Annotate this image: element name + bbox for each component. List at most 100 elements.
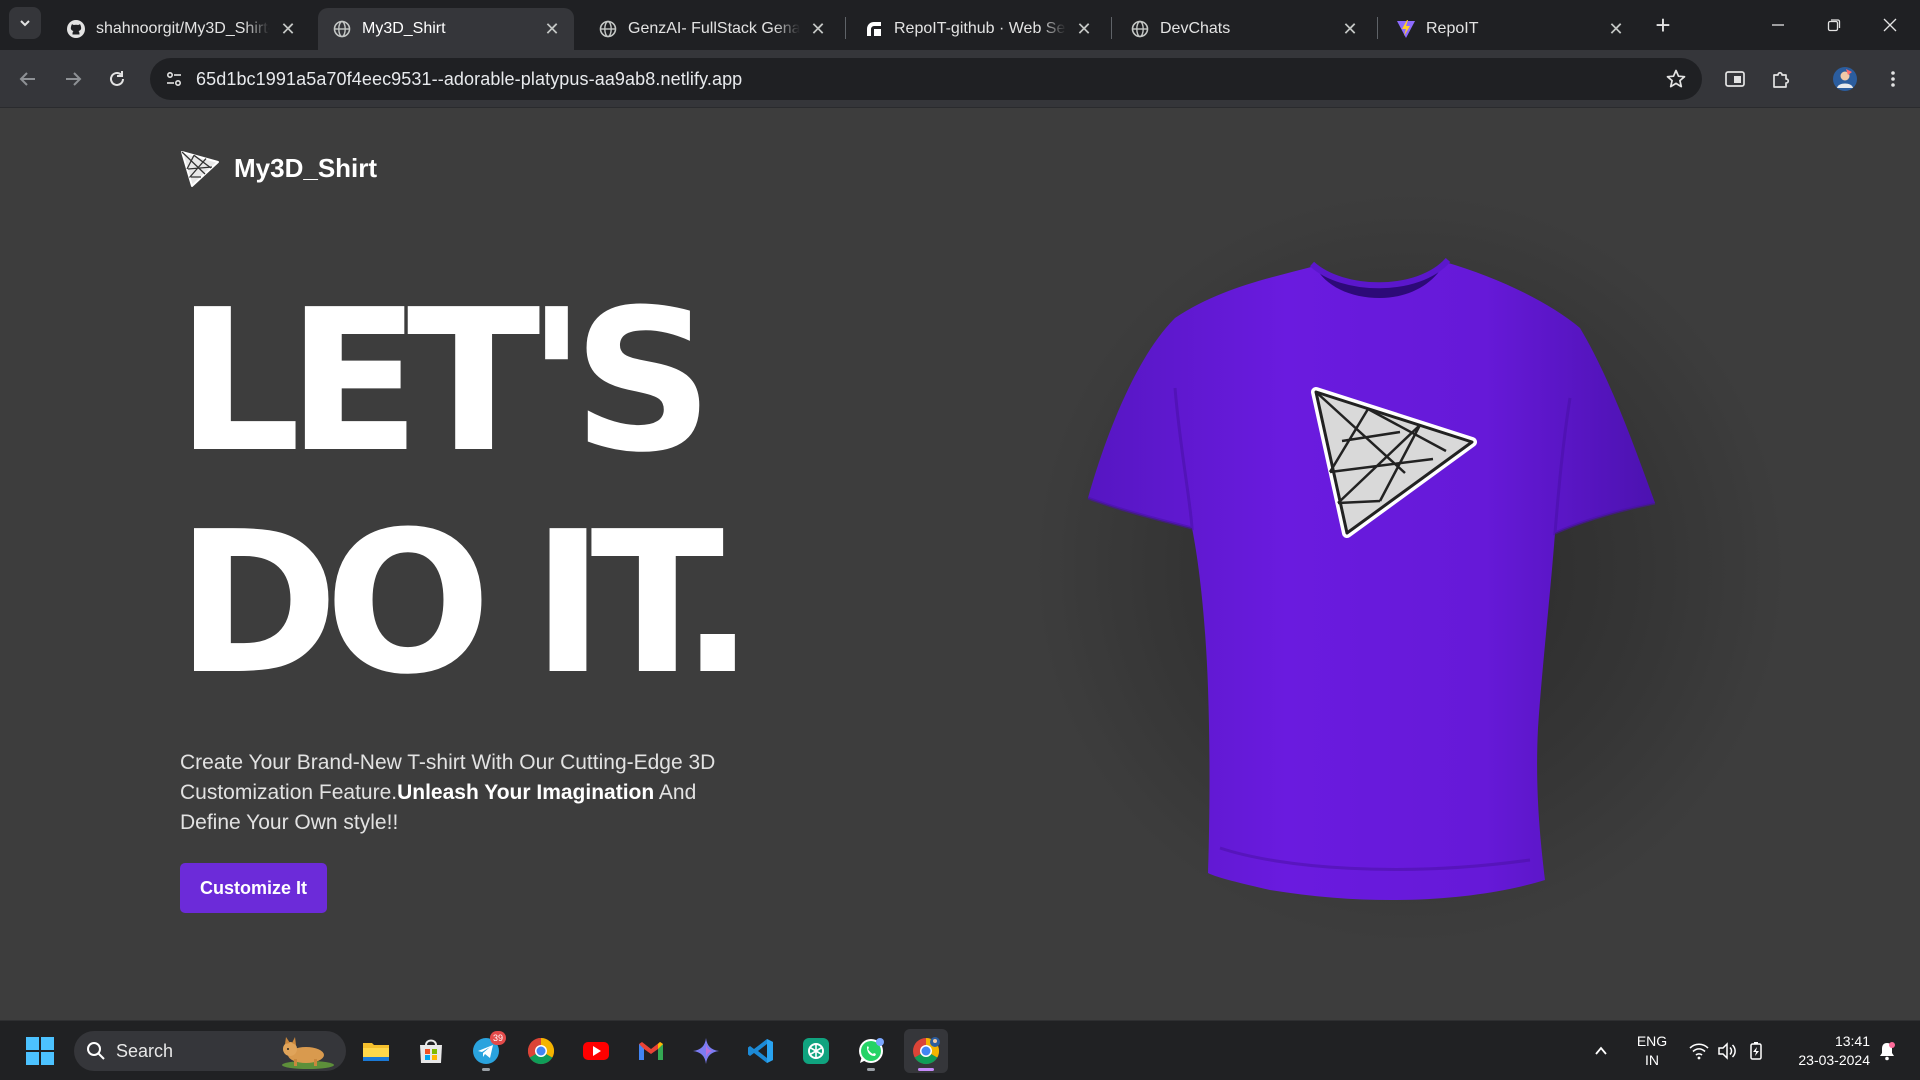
chevron-down-icon bbox=[20, 20, 30, 27]
tab-devchats[interactable]: DevChats ✕ bbox=[1116, 8, 1372, 50]
reading-mode-button[interactable] bbox=[1718, 62, 1752, 96]
bell-icon bbox=[1880, 1042, 1895, 1061]
tab-close-icon[interactable]: ✕ bbox=[542, 19, 562, 39]
show-hidden-icons-button[interactable] bbox=[1586, 1021, 1616, 1080]
extensions-button[interactable] bbox=[1764, 62, 1798, 96]
tab-close-icon[interactable]: ✕ bbox=[1074, 19, 1094, 39]
site-logo[interactable]: My3D_Shirt bbox=[180, 148, 377, 188]
taskbar-chatgpt[interactable] bbox=[794, 1029, 838, 1073]
new-tab-button[interactable]: + bbox=[1648, 10, 1678, 40]
input-language-indicator[interactable]: ENG IN bbox=[1632, 1032, 1672, 1070]
restore-icon bbox=[1827, 19, 1841, 32]
clock-date: 23-03-2024 bbox=[1798, 1052, 1870, 1068]
chatgpt-icon bbox=[803, 1038, 829, 1064]
restore-button[interactable] bbox=[1806, 0, 1862, 50]
taskbar-telegram[interactable]: 39 bbox=[464, 1029, 508, 1073]
tab-my3d-shirt[interactable]: My3D_Shirt ✕ bbox=[318, 8, 574, 50]
headline-line-2: DO IT. bbox=[176, 490, 755, 718]
logo-text: My3D_Shirt bbox=[234, 152, 378, 183]
globe-icon bbox=[332, 19, 352, 39]
windows-logo-icon bbox=[26, 1037, 54, 1065]
triangle-logo-icon bbox=[181, 151, 219, 187]
profile-avatar[interactable] bbox=[1828, 62, 1862, 96]
tab-repoit[interactable]: RepoIT ✕ bbox=[1382, 8, 1638, 50]
telegram-unread-badge: 39 bbox=[489, 1031, 506, 1045]
taskbar-chrome-profile[interactable] bbox=[904, 1029, 948, 1073]
globe-icon bbox=[598, 19, 618, 39]
tab-search-button[interactable] bbox=[9, 7, 41, 39]
tab-title: My3D_Shirt bbox=[362, 20, 446, 37]
taskbar-file-explorer[interactable] bbox=[354, 1029, 398, 1073]
tab-separator bbox=[1377, 17, 1378, 39]
running-indicator bbox=[867, 1068, 875, 1071]
taskbar-youtube[interactable] bbox=[574, 1029, 618, 1073]
tab-close-icon[interactable]: ✕ bbox=[1606, 19, 1626, 39]
tab-repoit-github[interactable]: RepoIT-github · Web Servi ✕ bbox=[850, 8, 1106, 50]
taskbar-gmail[interactable] bbox=[629, 1029, 673, 1073]
close-window-button[interactable] bbox=[1862, 0, 1918, 50]
render-icon bbox=[864, 19, 884, 39]
minimize-button[interactable] bbox=[1750, 0, 1806, 50]
whatsapp-icon bbox=[859, 1038, 884, 1063]
taskbar-chrome[interactable] bbox=[519, 1029, 563, 1073]
chevron-up-icon bbox=[1595, 1046, 1607, 1055]
forward-button[interactable] bbox=[56, 62, 90, 96]
chrome-icon bbox=[527, 1037, 555, 1065]
wifi-icon bbox=[1689, 1043, 1709, 1060]
region-code: IN bbox=[1645, 1052, 1659, 1068]
vite-icon bbox=[1396, 19, 1416, 39]
tab-title: RepoIT-github · Web Servi bbox=[894, 20, 1066, 37]
start-button[interactable] bbox=[18, 1029, 62, 1073]
tab-separator bbox=[1111, 17, 1112, 39]
tab-close-icon[interactable]: ✕ bbox=[1340, 19, 1360, 39]
arrow-right-icon bbox=[66, 72, 82, 86]
vscode-icon bbox=[748, 1039, 773, 1063]
tab-title: DevChats bbox=[1160, 20, 1231, 37]
github-icon bbox=[66, 19, 86, 39]
site-settings-icon[interactable] bbox=[162, 67, 186, 91]
tab-close-icon[interactable]: ✕ bbox=[808, 19, 828, 39]
close-icon bbox=[1883, 18, 1897, 32]
system-clock[interactable]: 13:41 23-03-2024 bbox=[1780, 1032, 1870, 1070]
sidepanel-icon bbox=[1725, 71, 1745, 87]
battery-charging-icon bbox=[1750, 1042, 1762, 1060]
headline-line-1: LET'S bbox=[176, 268, 714, 496]
customize-button[interactable]: Customize It bbox=[180, 863, 327, 913]
reload-button[interactable] bbox=[100, 62, 134, 96]
volume-status[interactable] bbox=[1712, 1021, 1742, 1080]
bookmark-star-icon[interactable] bbox=[1664, 67, 1688, 91]
store-icon bbox=[420, 1039, 442, 1063]
battery-status[interactable] bbox=[1741, 1021, 1771, 1080]
notification-center-button[interactable] bbox=[1872, 1021, 1902, 1080]
tab-close-icon[interactable]: ✕ bbox=[278, 19, 298, 39]
arrow-left-icon bbox=[19, 72, 35, 86]
address-bar[interactable]: 65d1bc1991a5a70f4eec9531--adorable-platy… bbox=[150, 58, 1702, 100]
tab-genzai[interactable]: GenzAI- FullStack Genarativ ✕ bbox=[584, 8, 840, 50]
browser-toolbar: 65d1bc1991a5a70f4eec9531--adorable-platy… bbox=[0, 50, 1920, 108]
tab-github[interactable]: shahnoorgit/My3D_Shirt-- ✕ bbox=[52, 8, 310, 50]
taskbar-search[interactable]: Search bbox=[74, 1031, 346, 1071]
globe-icon bbox=[1130, 19, 1150, 39]
back-button[interactable] bbox=[11, 62, 45, 96]
more-vertical-icon bbox=[1891, 71, 1895, 87]
tab-title: GenzAI- FullStack Genarativ bbox=[628, 20, 800, 37]
taskbar-gemini[interactable] bbox=[684, 1029, 728, 1073]
search-icon bbox=[87, 1042, 105, 1060]
taskbar-microsoft-store[interactable] bbox=[409, 1029, 453, 1073]
windows-taskbar: Search 39 ENG IN 13:41 23-03-2024 bbox=[0, 1020, 1920, 1080]
url-text: 65d1bc1991a5a70f4eec9531--adorable-platy… bbox=[196, 69, 743, 89]
speaker-icon bbox=[1718, 1042, 1736, 1060]
search-label: Search bbox=[116, 1040, 174, 1061]
tab-title: shahnoorgit/My3D_Shirt-- bbox=[96, 20, 270, 37]
minimize-icon bbox=[1772, 24, 1784, 26]
language-code: ENG bbox=[1636, 1033, 1668, 1049]
taskbar-whatsapp[interactable] bbox=[849, 1029, 893, 1073]
taskbar-vscode[interactable] bbox=[739, 1029, 783, 1073]
search-highlight-dog-icon bbox=[282, 1037, 334, 1069]
clock-time: 13:41 bbox=[1834, 1033, 1870, 1049]
tshirt-3d-model[interactable] bbox=[1080, 248, 1660, 908]
wifi-status[interactable] bbox=[1684, 1021, 1714, 1080]
description-bold: Unleash Your Imagination bbox=[397, 781, 655, 804]
gemini-sparkle-icon bbox=[693, 1038, 719, 1064]
browser-menu-button[interactable] bbox=[1876, 62, 1910, 96]
